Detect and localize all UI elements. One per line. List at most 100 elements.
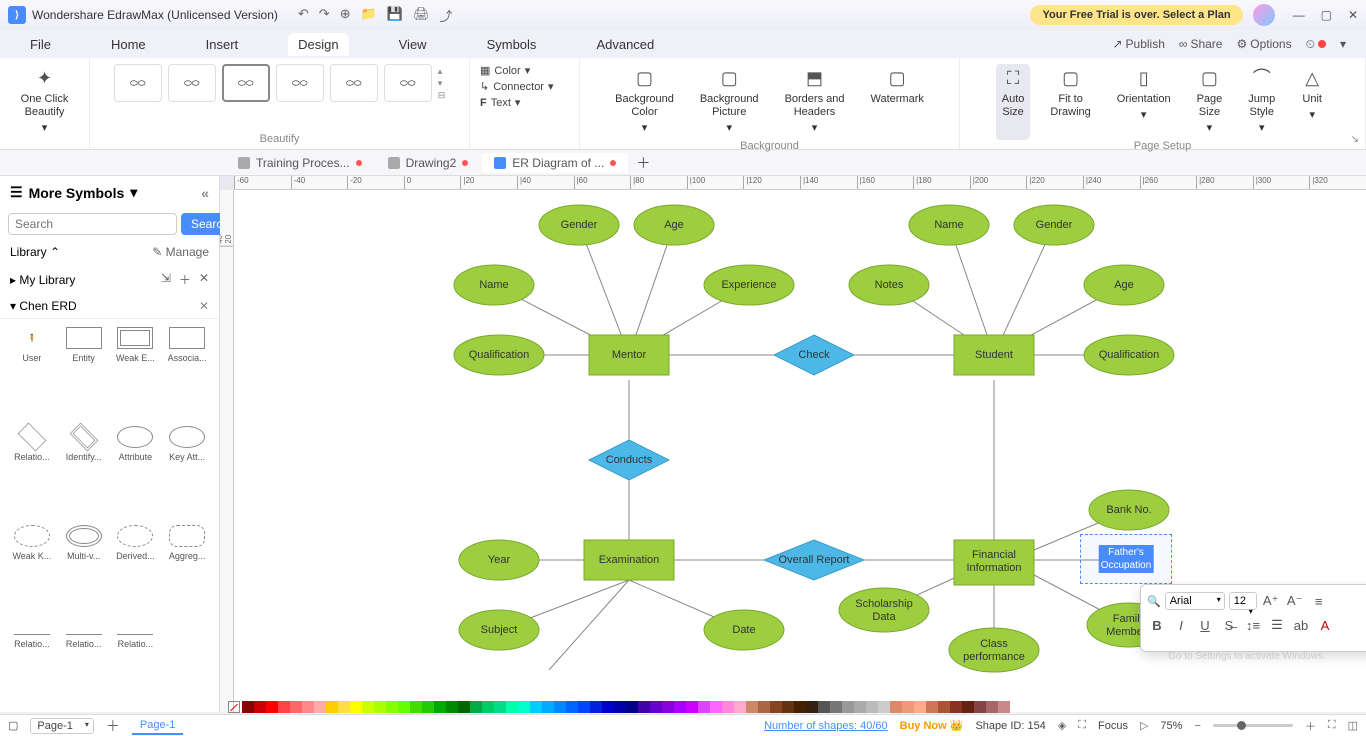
style-thumb[interactable]: ⬭⬭ [276, 64, 324, 102]
color-swatch[interactable] [902, 701, 914, 713]
color-swatch[interactable] [710, 701, 722, 713]
color-swatch[interactable] [806, 701, 818, 713]
fit-drawing-button[interactable]: ▢Fit to Drawing [1044, 64, 1096, 140]
style-thumb[interactable]: ⬭⬭ [168, 64, 216, 102]
canvas-area[interactable]: -60-40-200|20|40|60|80|100|120|140|160|1… [220, 176, 1366, 712]
color-swatch[interactable] [314, 701, 326, 713]
menu-insert[interactable]: Insert [196, 33, 249, 56]
zoom-value[interactable]: 75% [1160, 720, 1182, 732]
add-page-button[interactable]: ＋ [106, 716, 120, 736]
undo-icon[interactable]: ↶ [298, 6, 309, 25]
lib-close-icon[interactable]: ✕ [199, 271, 209, 288]
minimize-icon[interactable]: — [1293, 8, 1305, 22]
bg-picture-button[interactable]: ▢Background Picture ▾ [694, 64, 765, 140]
color-swatch[interactable] [590, 701, 602, 713]
color-swatch[interactable] [542, 701, 554, 713]
focus-button[interactable]: Focus [1098, 720, 1128, 732]
color-swatch[interactable] [422, 701, 434, 713]
borders-headers-button[interactable]: ⬒Borders and Headers ▾ [779, 64, 851, 140]
pages-icon[interactable]: ▢ [8, 719, 18, 732]
menu-view[interactable]: View [389, 33, 437, 56]
page-size-button[interactable]: ▢Page Size ▾ [1191, 64, 1229, 140]
buy-now-button[interactable]: Buy Now 👑 [900, 719, 964, 732]
editing-text[interactable]: Father'sOccupation [1099, 545, 1154, 573]
color-swatch[interactable] [854, 701, 866, 713]
color-swatch[interactable] [974, 701, 986, 713]
dialog-launcher-icon[interactable]: ↘ [1351, 134, 1359, 145]
color-swatch[interactable] [830, 701, 842, 713]
color-swatch[interactable] [722, 701, 734, 713]
color-swatch[interactable] [386, 701, 398, 713]
shape-item[interactable]: Relatio... [60, 624, 108, 704]
layers-icon[interactable]: ◈ [1058, 719, 1066, 732]
menu-dropdown-icon[interactable]: ▾ [1340, 37, 1346, 51]
color-swatch[interactable] [554, 701, 566, 713]
color-swatch[interactable] [374, 701, 386, 713]
color-swatch[interactable] [890, 701, 902, 713]
close-icon[interactable]: ✕ [1348, 8, 1358, 22]
page-select[interactable]: Page-1 [30, 718, 93, 734]
page-tab[interactable]: Page-1 [132, 717, 183, 735]
export-icon[interactable]: ⤴ [440, 6, 453, 25]
color-swatch[interactable] [734, 701, 746, 713]
redo-icon[interactable]: ↷ [319, 6, 330, 25]
color-swatch[interactable] [578, 701, 590, 713]
color-swatch[interactable] [506, 701, 518, 713]
strikethrough-icon[interactable]: S̶ [1219, 615, 1239, 635]
menu-symbols[interactable]: Symbols [477, 33, 547, 56]
color-swatch[interactable] [446, 701, 458, 713]
text-color-icon[interactable]: A [1315, 615, 1335, 635]
shape-item[interactable]: Relatio... [8, 426, 56, 517]
style-gallery[interactable]: ⬭⬭ ⬭⬭ ⬭⬭ ⬭⬭ ⬭⬭ ⬭⬭ [114, 64, 432, 102]
color-swatch[interactable] [470, 701, 482, 713]
print-icon[interactable]: 🖨 [413, 6, 430, 25]
zoom-in-icon[interactable]: ＋ [1305, 718, 1316, 734]
shape-item[interactable]: Aggreg... [163, 525, 211, 616]
fullscreen-icon[interactable]: ⛶ [1328, 719, 1336, 732]
color-swatch[interactable] [866, 701, 878, 713]
connector-button[interactable]: ↳ Connector ▾ [480, 80, 554, 93]
file-tab[interactable]: ER Diagram of ... [482, 153, 628, 173]
color-swatch[interactable] [782, 701, 794, 713]
color-swatch[interactable] [962, 701, 974, 713]
color-swatch[interactable] [566, 701, 578, 713]
auto-size-button[interactable]: ⛶Auto Size [996, 64, 1031, 140]
fill-color-icon[interactable]: ab [1291, 615, 1311, 635]
color-swatch[interactable] [530, 701, 542, 713]
bullet-list-icon[interactable]: ☰ [1267, 615, 1287, 635]
unit-button[interactable]: △Unit ▾ [1295, 64, 1329, 140]
color-swatch[interactable] [326, 701, 338, 713]
selection-box[interactable]: Father'sOccupation [1080, 534, 1172, 584]
color-swatch[interactable] [398, 701, 410, 713]
shape-item[interactable]: Relatio... [8, 624, 56, 704]
panel-toggle-icon[interactable]: ◫ [1348, 719, 1358, 732]
decrease-font-icon[interactable]: A⁻ [1285, 591, 1305, 611]
font-family-select[interactable]: Arial [1165, 592, 1225, 610]
menu-home[interactable]: Home [101, 33, 156, 56]
color-swatch[interactable] [350, 701, 362, 713]
color-swatch[interactable] [878, 701, 890, 713]
color-swatch[interactable] [674, 701, 686, 713]
lib-export-icon[interactable]: ⇲ [161, 271, 171, 288]
color-swatch[interactable] [926, 701, 938, 713]
color-swatch[interactable] [290, 701, 302, 713]
color-swatch[interactable] [482, 701, 494, 713]
section-close-icon[interactable]: ✕ [199, 299, 209, 313]
open-icon[interactable]: 📁 [361, 6, 377, 25]
gallery-more-icon[interactable]: ⊟ [438, 90, 446, 101]
shape-item[interactable]: Attribute [112, 426, 160, 517]
file-tab[interactable]: Training Proces... [226, 153, 374, 173]
sidebar-title[interactable]: More Symbols [29, 185, 125, 201]
publish-button[interactable]: ↗ Publish [1112, 37, 1164, 51]
color-swatch[interactable] [758, 701, 770, 713]
zoom-slider[interactable] [1213, 724, 1293, 727]
shape-item[interactable]: 🧍User [8, 327, 56, 418]
section-header[interactable]: ▾ Chen ERD [10, 299, 77, 313]
underline-icon[interactable]: U [1195, 615, 1215, 635]
menu-file[interactable]: File [20, 33, 61, 56]
one-click-beautify-button[interactable]: ✦ One Click Beautify ▾ [15, 64, 75, 140]
gallery-down-icon[interactable]: ▾ [438, 78, 446, 89]
color-swatch[interactable] [626, 701, 638, 713]
menu-advanced[interactable]: Advanced [586, 33, 664, 56]
color-swatch[interactable] [254, 701, 266, 713]
